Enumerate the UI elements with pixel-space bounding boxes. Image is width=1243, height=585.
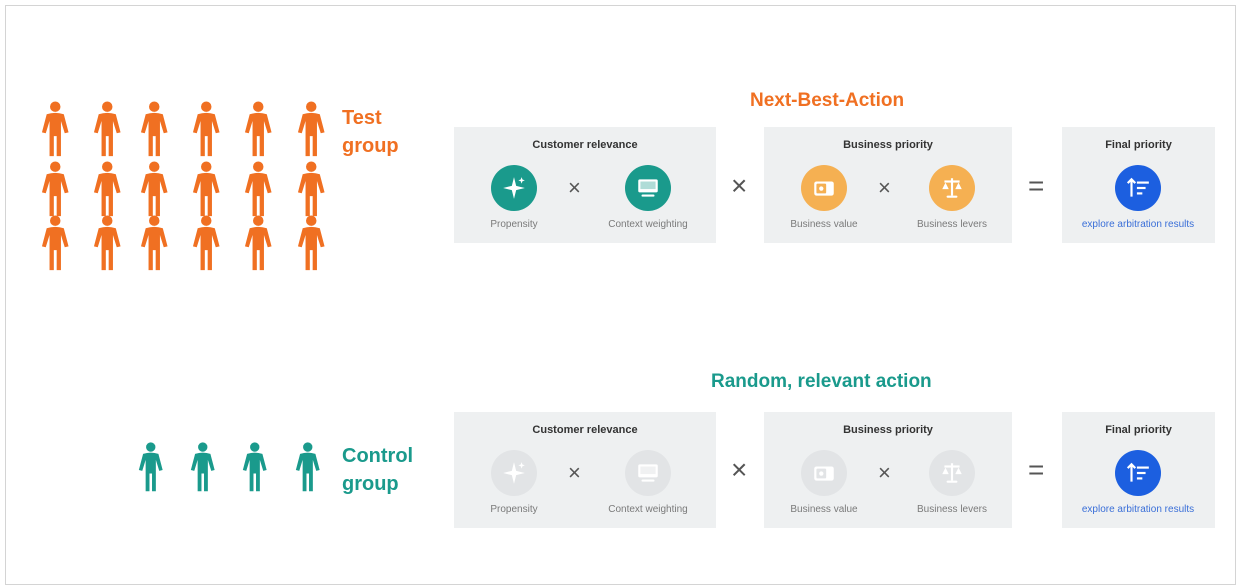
- sparkle-icon: [491, 165, 537, 211]
- random-final-priority-panel: Final priority explore arbitration resul…: [1062, 412, 1215, 528]
- context-weighting-label: Context weighting: [608, 504, 688, 515]
- person-icon: [140, 161, 169, 218]
- wallet-icon: [801, 165, 847, 211]
- test-group-label-line2: group: [342, 135, 399, 157]
- times-operator: ×: [878, 175, 891, 200]
- propensity-label: Propensity: [490, 219, 538, 230]
- control-group-label-line2: group: [342, 473, 399, 495]
- propensity-label: Propensity: [490, 504, 538, 515]
- random-business-priority-panel: Business priority Business value × Busin…: [764, 412, 1012, 528]
- times-operator: ×: [731, 170, 748, 201]
- scales-icon: [929, 450, 975, 496]
- monitor-icon: [625, 165, 671, 211]
- panel-title: Business priority: [843, 139, 933, 151]
- person-icon: [41, 101, 70, 158]
- business-value-label: Business value: [790, 219, 858, 230]
- test-group-label: Test group: [342, 104, 399, 160]
- person-icon: [297, 161, 326, 218]
- person-icon: [93, 215, 122, 272]
- times-operator: ×: [731, 454, 748, 485]
- person-icon: [140, 215, 169, 272]
- person-icon: [93, 161, 122, 218]
- person-icon: [41, 161, 70, 218]
- business-levers-label: Business levers: [916, 504, 988, 515]
- nba-business-priority-panel: Business priority Business value × Busin…: [764, 127, 1012, 243]
- sort-icon[interactable]: [1115, 450, 1161, 496]
- person-icon: [192, 101, 221, 158]
- business-value-label: Business value: [790, 504, 858, 515]
- equals-operator: =: [1028, 170, 1045, 201]
- person-icon: [138, 442, 164, 493]
- explore-arbitration-link[interactable]: explore arbitration results: [1078, 504, 1198, 515]
- panel-title: Business priority: [843, 424, 933, 436]
- person-icon: [297, 215, 326, 272]
- nba-customer-relevance-panel: Customer relevance Propensity × Context …: [454, 127, 716, 243]
- explore-arbitration-link[interactable]: explore arbitration results: [1078, 219, 1198, 230]
- person-icon: [192, 215, 221, 272]
- panel-title: Final priority: [1105, 139, 1172, 151]
- person-icon: [244, 215, 273, 272]
- nba-title: Next-Best-Action: [750, 90, 905, 111]
- person-icon: [244, 101, 273, 158]
- times-operator: ×: [568, 175, 581, 200]
- control-group-label: Control group: [342, 442, 413, 498]
- sparkle-icon: [491, 450, 537, 496]
- panel-title: Final priority: [1105, 424, 1172, 436]
- person-icon: [297, 101, 326, 158]
- random-title: Random, relevant action: [711, 371, 932, 392]
- person-icon: [93, 101, 122, 158]
- sort-icon[interactable]: [1115, 165, 1161, 211]
- person-icon: [295, 442, 321, 493]
- times-operator: ×: [568, 460, 581, 485]
- person-icon: [190, 442, 216, 493]
- person-icon: [192, 161, 221, 218]
- person-icon: [244, 161, 273, 218]
- scales-icon: [929, 165, 975, 211]
- person-icon: [140, 101, 169, 158]
- person-icon: [242, 442, 268, 493]
- person-icon: [41, 215, 70, 272]
- wallet-icon: [801, 450, 847, 496]
- control-group-label-line1: Control: [342, 445, 414, 467]
- test-group-label-line1: Test: [342, 107, 382, 129]
- context-weighting-label: Context weighting: [608, 219, 688, 230]
- panel-title: Customer relevance: [532, 139, 638, 151]
- equals-operator: =: [1028, 454, 1045, 485]
- nba-final-priority-panel: Final priority explore arbitration resul…: [1062, 127, 1215, 243]
- random-customer-relevance-panel: Customer relevance Propensity × Context …: [454, 412, 716, 528]
- times-operator: ×: [878, 460, 891, 485]
- monitor-icon: [625, 450, 671, 496]
- panel-title: Customer relevance: [532, 424, 638, 436]
- business-levers-label: Business levers: [916, 219, 988, 230]
